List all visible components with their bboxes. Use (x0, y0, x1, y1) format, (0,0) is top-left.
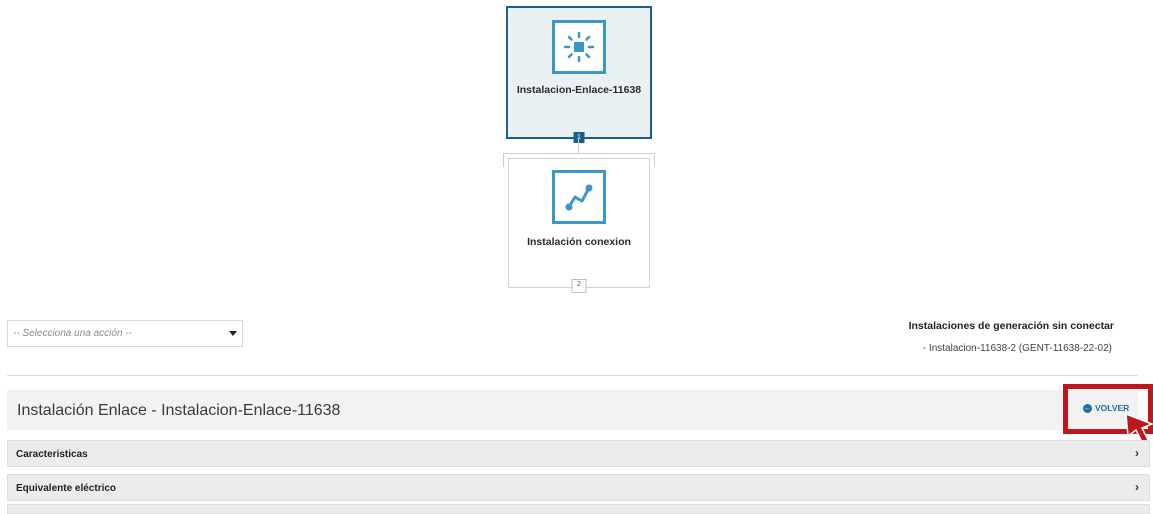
tree-node-label: Instalacion-Enlace-11638 (516, 84, 642, 96)
page-header: Instalación Enlace - Instalacion-Enlace-… (7, 390, 1138, 430)
section-caracteristicas[interactable]: Caracteristicas › (7, 440, 1150, 467)
page-title: Instalación Enlace - Instalacion-Enlace-… (17, 402, 341, 419)
tree-node-badge: 1 (573, 132, 585, 143)
divider (7, 375, 1138, 376)
tree-node-instalacion-enlace[interactable]: Instalacion-Enlace-11638 1 (506, 6, 652, 143)
action-select[interactable]: -- Selecciona una acción -- (7, 320, 243, 347)
unconnected-title: Instalaciones de generación sin conectar (908, 320, 1114, 332)
tree-connector (654, 153, 655, 167)
section-label: Equivalente eléctrico (16, 483, 117, 494)
tree-connector (503, 153, 655, 154)
tree-node-instalacion-conexion[interactable]: Instalación conexion 2 (508, 158, 650, 293)
sun-square-icon (552, 20, 606, 74)
chevron-right-icon: › (1135, 446, 1139, 460)
unconnected-item: - Instalacion-11638-2 (GENT-11638-22-02) (922, 343, 1112, 354)
section-collapsed[interactable] (7, 504, 1150, 514)
connection-line-icon (552, 170, 606, 224)
action-select-placeholder: -- Selecciona una acción -- (13, 328, 132, 339)
tree-node-label: Instalación conexion (527, 236, 631, 248)
tree-connector (578, 139, 579, 153)
caret-down-icon (229, 331, 237, 336)
chevron-right-icon: › (1135, 480, 1139, 494)
arrow-left-circle-icon: ← (1083, 403, 1092, 413)
section-equivalente-electrico[interactable]: Equivalente eléctrico › (7, 474, 1150, 501)
section-label: Caracteristicas (16, 449, 88, 460)
tree-connector (503, 153, 504, 167)
tree-node-badge: 2 (571, 279, 587, 293)
